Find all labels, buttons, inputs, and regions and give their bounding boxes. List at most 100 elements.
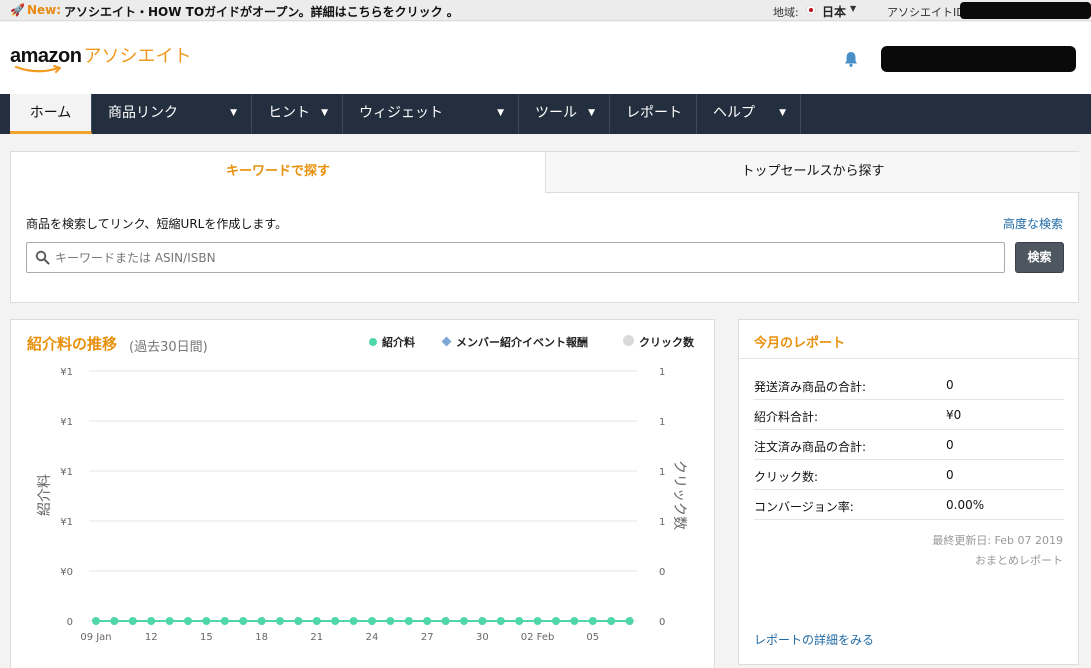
y-right-tick-label: 1: [659, 517, 665, 528]
data-point: [478, 617, 487, 625]
data-point: [515, 617, 524, 625]
data-point: [184, 617, 192, 625]
y-right-tick-label: 1: [659, 467, 665, 478]
nav-label: レポート: [626, 105, 682, 121]
divider: [739, 358, 1078, 359]
data-point: [147, 617, 156, 625]
japan-flag-icon: [806, 5, 816, 15]
y-right-tick-label: 0: [659, 617, 665, 628]
report-row-clicks: クリック数: 0: [754, 460, 1064, 490]
redacted-account-name: [881, 46, 1076, 72]
search-description: 商品を検索してリンク、短縮URLを作成します。: [26, 217, 288, 231]
region-selector[interactable]: 日本: [822, 3, 846, 20]
search-field[interactable]: [26, 242, 1005, 273]
redacted-associate-id: [960, 2, 1091, 19]
summary-report-link[interactable]: おまとめレポート: [975, 552, 1063, 568]
report-label: 紹介料合計:: [754, 410, 819, 424]
nav-reports[interactable]: レポート: [610, 94, 697, 134]
report-value: ¥0: [946, 408, 962, 422]
earnings-chart-panel: 紹介料の推移 (過去30日間) 紹介料 メンバー紹介イベント報酬 クリック数 0…: [10, 319, 715, 668]
x-tick-label: 18: [255, 632, 268, 643]
tab-keyword-search[interactable]: キーワードで探す: [11, 152, 545, 193]
notification-bell-icon[interactable]: [842, 50, 860, 68]
data-point: [386, 617, 395, 625]
y-left-tick-label: 0: [67, 617, 73, 628]
nav-hints[interactable]: ヒント ▼: [252, 94, 343, 134]
x-tick-label: 02 Feb: [521, 632, 555, 643]
tab-top-sellers[interactable]: トップセールスから探す: [545, 152, 1080, 193]
monthly-report-panel: 今月のレポート 発送済み商品の合計: 0 紹介料合計: ¥0 注文済み商品の合計: 0…: [738, 319, 1079, 665]
y-right-tick-label: 1: [659, 417, 665, 428]
report-value: 0: [946, 378, 954, 392]
y-right-tick-label: 0: [659, 567, 665, 578]
y-axis-label: 紹介料: [37, 474, 53, 516]
data-point: [128, 617, 137, 625]
report-value: 0.00%: [946, 498, 985, 512]
rocket-icon: 🚀: [10, 3, 25, 17]
data-point: [110, 617, 119, 625]
amazon-smile-icon: [14, 65, 61, 73]
announcement-link[interactable]: アソシエイト・HOW TOガイドがオープン。詳細はこちらをクリック 。: [64, 3, 459, 20]
report-details-link[interactable]: レポートの詳細をみる: [754, 631, 874, 648]
nav-widgets[interactable]: ウィジェット ▼: [343, 94, 519, 134]
y2-axis-label: クリック数: [671, 460, 687, 530]
amazon-associates-logo[interactable]: amazon アソシエイト: [10, 42, 192, 73]
x-tick-label: 27: [421, 632, 434, 643]
data-point: [294, 617, 303, 625]
logo-suffix: アソシエイト: [83, 46, 192, 67]
report-title: 今月のレポート: [754, 336, 846, 351]
data-point: [552, 617, 560, 625]
nav-label: 商品リンク: [108, 105, 178, 121]
nav-label: ヘルプ: [713, 105, 755, 121]
x-tick-label: 05: [586, 632, 599, 643]
report-row-referral-fee: 紹介料合計: ¥0: [754, 400, 1064, 430]
data-point: [257, 617, 266, 625]
data-point: [239, 617, 248, 625]
report-row-ordered: 注文済み商品の合計: 0: [754, 430, 1064, 460]
dropdown-caret-icon: ▼: [779, 108, 786, 118]
advanced-search-link[interactable]: 高度な検索: [1003, 215, 1063, 232]
earnings-chart: 0 0 ¥0 0 ¥1 1 ¥1 1 ¥1 1 ¥1 1 紹介料 クリック数 09 Jan 12 15 18 21 2…: [37, 367, 687, 643]
data-point: [570, 617, 579, 625]
report-value: 0: [946, 438, 954, 452]
search-icon: [35, 250, 50, 265]
new-label: New:: [27, 3, 62, 17]
report-label: クリック数:: [754, 470, 819, 484]
report-label: 注文済み商品の合計:: [754, 440, 867, 454]
nav-help[interactable]: ヘルプ ▼: [697, 94, 801, 134]
x-tick-label: 12: [145, 632, 158, 643]
data-point: [312, 617, 321, 625]
data-point: [202, 617, 211, 625]
data-point: [533, 617, 542, 625]
data-point: [368, 617, 376, 625]
site-header: amazon アソシエイト: [0, 22, 1091, 94]
y-left-tick-label: ¥1: [60, 467, 73, 478]
y-left-tick-label: ¥1: [60, 517, 73, 528]
last-updated: 最終更新日: Feb 07 2019: [932, 534, 1063, 547]
data-point: [331, 617, 340, 625]
nav-label: ウィジェット: [359, 105, 443, 121]
x-tick-label: 15: [200, 632, 213, 643]
data-point: [92, 617, 100, 625]
data-point: [588, 617, 597, 625]
nav-home[interactable]: ホーム: [10, 94, 92, 134]
chevron-down-icon[interactable]: ▼: [850, 4, 856, 13]
main-nav: ホーム 商品リンク ▼ ヒント ▼ ウィジェット ▼ ツール ▼ レポート ヘルプ ▼: [0, 94, 1091, 134]
dropdown-caret-icon: ▼: [230, 108, 237, 118]
data-point: [441, 617, 450, 625]
x-tick-label: 09 Jan: [80, 632, 111, 643]
data-point: [460, 617, 468, 625]
data-point: [625, 617, 634, 625]
nav-product-links[interactable]: 商品リンク ▼: [92, 94, 252, 134]
nav-label: ホーム: [29, 105, 72, 121]
associate-id-label: アソシエイトID:: [887, 6, 969, 19]
data-point: [276, 617, 284, 625]
data-point: [607, 617, 616, 625]
product-search-panel: キーワードで探す トップセールスから探す 商品を検索してリンク、短縮URLを作成…: [10, 151, 1080, 303]
x-tick-label: 24: [366, 632, 379, 643]
report-label: コンバージョン率:: [754, 500, 854, 514]
nav-tools[interactable]: ツール ▼: [519, 94, 610, 134]
search-input[interactable]: [55, 247, 955, 269]
data-point: [423, 617, 432, 625]
search-button[interactable]: 検索: [1015, 242, 1064, 273]
